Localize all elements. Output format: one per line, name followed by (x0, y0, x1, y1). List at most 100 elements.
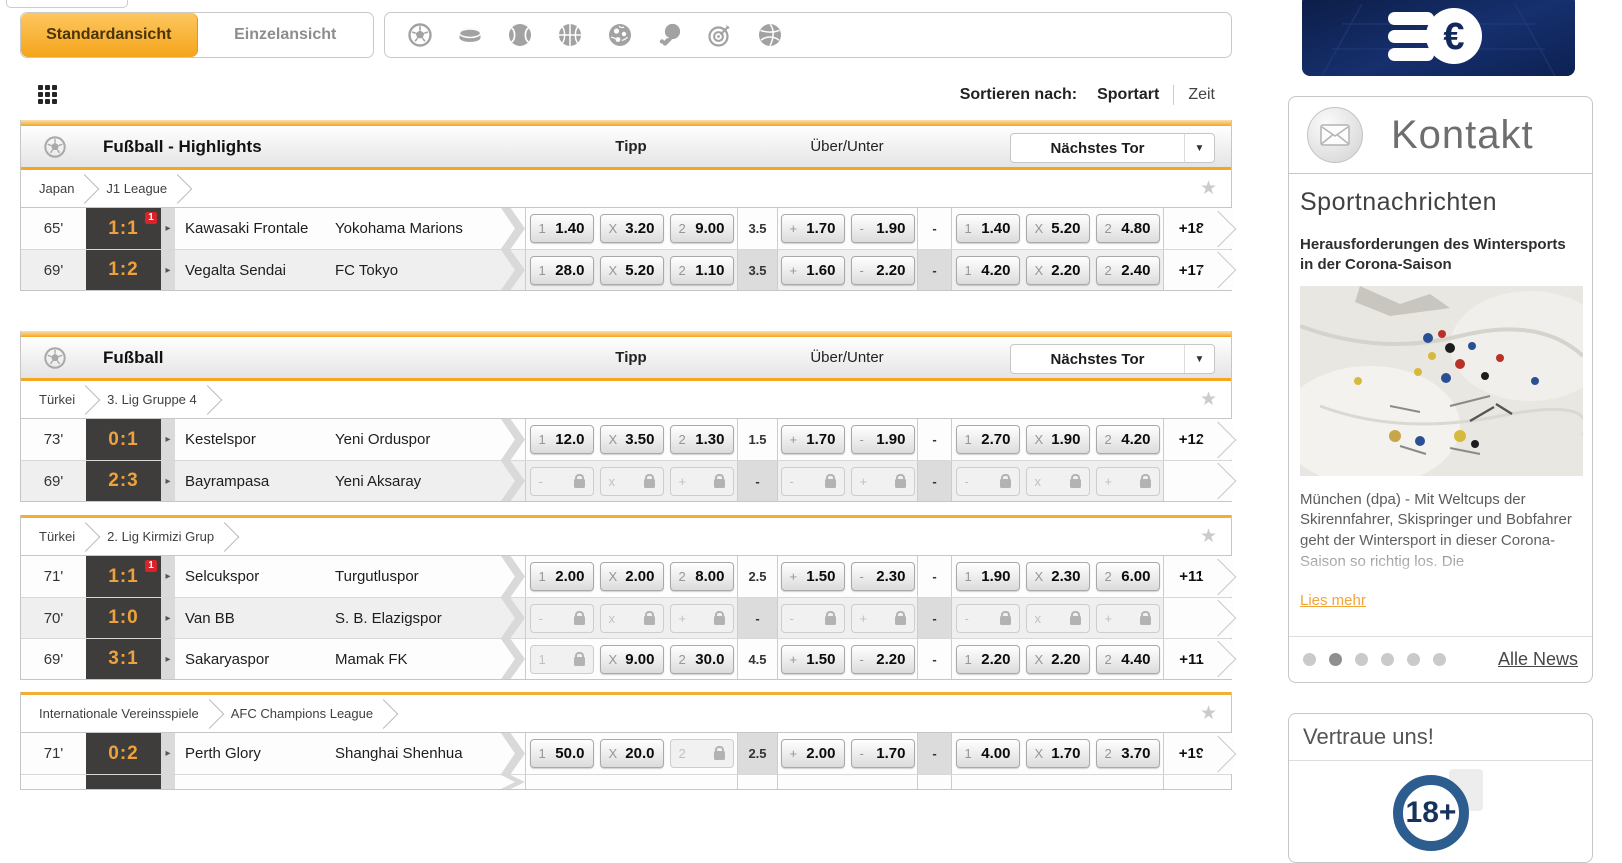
odds-button[interactable]: X1.70 (1026, 739, 1090, 768)
tab-standardansicht[interactable]: Standardansicht (21, 13, 198, 57)
chevron-down-icon[interactable]: ▼ (1184, 134, 1214, 162)
match-teams[interactable]: Van BB S. B. Elazigspor (175, 598, 525, 638)
expand-arrow-icon[interactable]: ▸ (161, 639, 175, 679)
odds-button[interactable]: +1.70 (781, 425, 845, 454)
next-goal-dropdown[interactable]: Nächstes Tor ▼ (1010, 344, 1215, 374)
tennis-icon[interactable] (507, 22, 533, 48)
odds-button[interactable]: 150.0 (530, 739, 594, 768)
odds-button[interactable]: +1.50 (781, 562, 845, 591)
breadcrumb-item[interactable]: 3. Lig Gruppe 4 (101, 392, 203, 407)
more-odds-flag[interactable]: +11 (1163, 639, 1233, 679)
all-news-link[interactable]: Alle News (1498, 649, 1578, 670)
favorite-star-icon[interactable]: ★ (1200, 177, 1217, 200)
odds-button[interactable]: +1.60 (781, 256, 845, 285)
odds-button[interactable]: X5.20 (1026, 214, 1090, 243)
expand-arrow-icon[interactable]: ▸ (161, 208, 175, 249)
expand-arrow-icon[interactable]: ▸ (161, 419, 175, 460)
match-teams[interactable]: Kestelspor Yeni Orduspor (175, 419, 525, 460)
table-tennis-icon[interactable] (657, 22, 683, 48)
odds-button[interactable]: X20.0 (600, 739, 664, 768)
odds-button[interactable]: 12.20 (956, 645, 1020, 674)
grid-view-icon[interactable] (38, 85, 59, 106)
breadcrumb-item[interactable]: Internationale Vereinsspiele (33, 706, 205, 721)
odds-button[interactable]: X2.20 (1026, 645, 1090, 674)
odds-button[interactable]: X2.20 (1026, 256, 1090, 285)
carousel-dot[interactable] (1407, 653, 1420, 666)
odds-button[interactable]: X3.20 (600, 214, 664, 243)
odds-button[interactable]: 12.00 (530, 562, 594, 591)
carousel-dot[interactable] (1303, 653, 1316, 666)
volleyball-icon[interactable] (757, 22, 783, 48)
carousel-dot[interactable] (1329, 653, 1342, 666)
odds-button[interactable]: 14.20 (956, 256, 1020, 285)
odds-button[interactable]: 26.00 (1096, 562, 1160, 591)
promo-banner[interactable]: € (1302, 0, 1575, 76)
odds-button[interactable]: 24.20 (1096, 425, 1160, 454)
odds-button[interactable]: 230.0 (670, 645, 734, 674)
odds-button[interactable]: 29.00 (670, 214, 734, 243)
breadcrumb-item[interactable]: AFC Champions League (225, 706, 379, 721)
expand-arrow-icon[interactable]: ▸ (161, 250, 175, 290)
odds-button[interactable]: 11.90 (956, 562, 1020, 591)
expand-arrow-icon[interactable]: ▸ (161, 733, 175, 774)
more-odds-flag[interactable] (1163, 461, 1233, 501)
odds-button[interactable]: 12.70 (956, 425, 1020, 454)
match-teams[interactable]: Selcukspor Turgutluspor (175, 556, 525, 597)
darts-icon[interactable] (707, 22, 733, 48)
match-teams[interactable]: Sakaryaspor Mamak FK (175, 639, 525, 679)
odds-button[interactable]: X3.50 (600, 425, 664, 454)
match-teams[interactable]: Perth Glory Shanghai Shenhua (175, 733, 525, 774)
carousel-dot[interactable] (1433, 653, 1446, 666)
favorite-star-icon[interactable]: ★ (1200, 388, 1217, 411)
more-odds-flag[interactable]: +17 (1163, 250, 1233, 290)
expand-arrow-icon[interactable]: ▸ (161, 461, 175, 501)
favorite-star-icon[interactable]: ★ (1200, 702, 1217, 725)
more-odds-flag[interactable]: +18 (1163, 208, 1233, 249)
ice-hockey-icon[interactable] (457, 22, 483, 48)
odds-button[interactable]: X5.20 (600, 256, 664, 285)
odds-button[interactable]: -1.90 (851, 425, 915, 454)
odds-button[interactable]: +1.50 (781, 645, 845, 674)
tab-einzelansicht[interactable]: Einzelansicht (198, 13, 374, 57)
more-odds-flag[interactable]: +19 (1163, 733, 1233, 774)
breadcrumb-item[interactable]: 2. Lig Kirmizi Grup (101, 529, 220, 544)
odds-button[interactable]: 24.80 (1096, 214, 1160, 243)
kontakt-link[interactable]: Kontakt (1289, 97, 1592, 174)
odds-button[interactable]: -1.70 (851, 739, 915, 768)
odds-button[interactable]: 21.10 (670, 256, 734, 285)
sort-by-time[interactable]: Zeit (1188, 86, 1215, 104)
odds-button[interactable]: 128.0 (530, 256, 594, 285)
odds-button[interactable]: -2.30 (851, 562, 915, 591)
sort-by-sport[interactable]: Sportart (1097, 86, 1159, 104)
odds-button[interactable]: 14.00 (956, 739, 1020, 768)
more-odds-flag[interactable]: +11 (1163, 556, 1233, 597)
odds-button[interactable]: X9.00 (600, 645, 664, 674)
expand-arrow-icon[interactable]: ▸ (161, 598, 175, 638)
odds-button[interactable]: X2.30 (1026, 562, 1090, 591)
odds-button[interactable]: 23.70 (1096, 739, 1160, 768)
odds-button[interactable]: +2.00 (781, 739, 845, 768)
match-teams[interactable]: Kawasaki Frontale Yokohama Marions (175, 208, 525, 249)
more-odds-flag[interactable] (1163, 598, 1233, 638)
odds-button[interactable]: -1.90 (851, 214, 915, 243)
match-teams[interactable]: Bayrampasa Yeni Aksaray (175, 461, 525, 501)
odds-button[interactable]: 112.0 (530, 425, 594, 454)
news-article-image[interactable] (1300, 286, 1583, 476)
basketball-icon[interactable] (557, 22, 583, 48)
news-article-title[interactable]: Herausforderungen des Wintersports in de… (1300, 235, 1581, 276)
odds-button[interactable]: -2.20 (851, 645, 915, 674)
odds-button[interactable]: -2.20 (851, 256, 915, 285)
carousel-dot[interactable] (1355, 653, 1368, 666)
odds-button[interactable]: 24.40 (1096, 645, 1160, 674)
read-more-link[interactable]: Lies mehr (1300, 592, 1366, 609)
expand-arrow-icon[interactable]: ▸ (161, 556, 175, 597)
favorite-star-icon[interactable]: ★ (1200, 525, 1217, 548)
next-goal-dropdown[interactable]: Nächstes Tor ▼ (1010, 133, 1215, 163)
odds-button[interactable]: 11.40 (530, 214, 594, 243)
carousel-dot[interactable] (1381, 653, 1394, 666)
odds-button[interactable]: 11.40 (956, 214, 1020, 243)
odds-button[interactable]: X1.90 (1026, 425, 1090, 454)
odds-button[interactable]: X2.00 (600, 562, 664, 591)
more-odds-flag[interactable]: +12 (1163, 419, 1233, 460)
match-teams[interactable]: Vegalta Sendai FC Tokyo (175, 250, 525, 290)
